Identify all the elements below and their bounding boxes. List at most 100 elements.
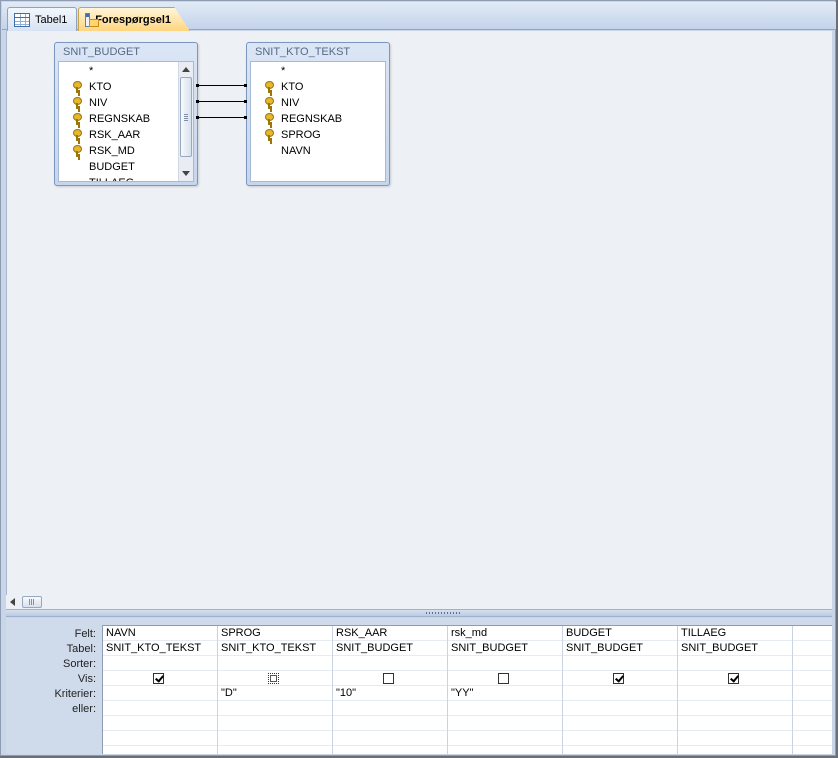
grid-cell-eller[interactable] xyxy=(678,701,792,716)
grid-cell-felt[interactable]: TILLAEG xyxy=(678,626,792,641)
grid-cell-tabel[interactable]: SNIT_KTO_TEKST xyxy=(218,641,332,656)
grid-cell-eller[interactable] xyxy=(218,701,332,716)
grid-cell-empty[interactable] xyxy=(103,731,217,746)
grid-cell-sorter[interactable] xyxy=(678,656,792,671)
grid-cell-sorter[interactable] xyxy=(333,656,447,671)
grid-cell-sorter[interactable] xyxy=(218,656,332,671)
field-list-item[interactable]: * xyxy=(251,63,342,79)
horizontal-scrollbar[interactable] xyxy=(6,595,832,609)
field-list-item[interactable]: REGNSKAB xyxy=(59,111,150,127)
pane-splitter[interactable] xyxy=(6,609,832,617)
show-checkbox[interactable] xyxy=(613,673,624,684)
primary-key-icon xyxy=(265,129,274,141)
field-list-item[interactable]: SPROG xyxy=(251,127,342,143)
grid-cell-vis[interactable] xyxy=(678,671,792,686)
field-list-title[interactable]: SNIT_BUDGET xyxy=(55,43,197,61)
grid-cell-eller[interactable] xyxy=(448,701,562,716)
scroll-left-arrow-icon[interactable] xyxy=(10,598,15,606)
grid-cell-empty[interactable] xyxy=(563,731,677,746)
grid-cell-vis[interactable] xyxy=(333,671,447,686)
table-design-area[interactable]: SNIT_BUDGET * KTO NIV REGNSKAB RSK_AAR RSK_MD… xyxy=(6,31,832,609)
grid-cell-tabel[interactable]: SNIT_BUDGET xyxy=(678,641,792,656)
grid-cell-felt[interactable]: SPROG xyxy=(218,626,332,641)
grid-cell-kriterier[interactable]: "YY" xyxy=(448,686,562,701)
grid-cell-kriterier[interactable]: "D" xyxy=(218,686,332,701)
grid-cell-felt[interactable]: rsk_md xyxy=(448,626,562,641)
show-checkbox[interactable] xyxy=(383,673,394,684)
grid-cell-empty[interactable] xyxy=(333,731,447,746)
field-list-item[interactable]: RSK_MD xyxy=(59,143,150,159)
query-design-grid[interactable]: NAVN SNIT_KTO_TEKST SPROG SNIT_KTO_TEKST "D"… xyxy=(102,625,832,754)
scroll-down-arrow-icon[interactable] xyxy=(182,171,190,176)
field-list-snit-kto-tekst[interactable]: SNIT_KTO_TEKST * KTO NIV REGNSKAB SPROG NAVN xyxy=(246,42,390,186)
join-line-regnskab[interactable] xyxy=(196,116,247,119)
grid-cell-kriterier[interactable] xyxy=(563,686,677,701)
show-checkbox[interactable] xyxy=(498,673,509,684)
grid-cell-empty[interactable] xyxy=(678,716,792,731)
grid-cell-felt[interactable]: NAVN xyxy=(103,626,217,641)
grid-cell-vis[interactable] xyxy=(793,671,832,686)
grid-cell-empty[interactable] xyxy=(103,716,217,731)
scroll-thumb[interactable] xyxy=(180,77,192,157)
field-list-item[interactable]: * xyxy=(59,63,150,79)
grid-cell-vis[interactable] xyxy=(448,671,562,686)
grid-cell-empty[interactable] xyxy=(678,731,792,746)
grid-cell-kriterier[interactable] xyxy=(103,686,217,701)
grid-cell-eller[interactable] xyxy=(103,701,217,716)
tab-forespoergsel1[interactable]: Forespørgsel1 xyxy=(78,7,190,31)
grid-cell-vis[interactable] xyxy=(563,671,677,686)
grid-cell-empty[interactable] xyxy=(793,731,832,746)
scroll-up-arrow-icon[interactable] xyxy=(182,67,190,72)
scroll-thumb[interactable] xyxy=(22,596,42,608)
grid-cell-sorter[interactable] xyxy=(563,656,677,671)
grid-cell-felt[interactable]: RSK_AAR xyxy=(333,626,447,641)
grid-cell-felt[interactable] xyxy=(793,626,832,641)
field-list-item[interactable]: REGNSKAB xyxy=(251,111,342,127)
grid-cell-sorter[interactable] xyxy=(793,656,832,671)
grid-cell-empty[interactable] xyxy=(793,716,832,731)
grid-cell-empty[interactable] xyxy=(448,716,562,731)
grid-cell-sorter[interactable] xyxy=(448,656,562,671)
grid-cell-empty[interactable] xyxy=(218,716,332,731)
grid-cell-eller[interactable] xyxy=(563,701,677,716)
grid-cell-sorter[interactable] xyxy=(103,656,217,671)
grid-cell-tabel[interactable] xyxy=(793,641,832,656)
grid-cell-eller[interactable] xyxy=(793,701,832,716)
grid-cell-eller[interactable] xyxy=(333,701,447,716)
vertical-scrollbar[interactable] xyxy=(178,62,193,181)
grid-cell-empty[interactable] xyxy=(333,716,447,731)
primary-key-icon xyxy=(73,145,82,157)
field-list-item[interactable]: NAVN xyxy=(251,143,342,159)
field-list-item[interactable]: RSK_AAR xyxy=(59,127,150,143)
grid-cell-tabel[interactable]: SNIT_BUDGET xyxy=(333,641,447,656)
grid-cell-empty[interactable] xyxy=(563,716,677,731)
field-list-item[interactable]: KTO xyxy=(59,79,150,95)
grid-cell-empty[interactable] xyxy=(218,731,332,746)
show-checkbox[interactable] xyxy=(728,673,739,684)
field-list-item[interactable]: NIV xyxy=(251,95,342,111)
grid-cell-kriterier[interactable] xyxy=(678,686,792,701)
grid-cell-kriterier[interactable]: "10" xyxy=(333,686,447,701)
grid-column: rsk_md SNIT_BUDGET "YY" xyxy=(448,626,563,754)
grid-cell-vis[interactable] xyxy=(103,671,217,686)
query-icon xyxy=(85,12,100,27)
field-list-item[interactable]: BUDGET xyxy=(59,159,150,175)
field-list-item[interactable]: KTO xyxy=(251,79,342,95)
join-line-kto[interactable] xyxy=(196,84,247,87)
grid-cell-kriterier[interactable] xyxy=(793,686,832,701)
field-list-item[interactable]: NIV xyxy=(59,95,150,111)
grid-cell-tabel[interactable]: SNIT_BUDGET xyxy=(563,641,677,656)
join-line-niv[interactable] xyxy=(196,100,247,103)
grid-cell-empty[interactable] xyxy=(448,731,562,746)
grid-cell-felt[interactable]: BUDGET xyxy=(563,626,677,641)
field-list-snit-budget[interactable]: SNIT_BUDGET * KTO NIV REGNSKAB RSK_AAR RSK_MD… xyxy=(54,42,198,186)
grid-cell-vis[interactable] xyxy=(218,671,332,686)
grid-cell-tabel[interactable]: SNIT_BUDGET xyxy=(448,641,562,656)
tab-tabel1[interactable]: Tabel1 xyxy=(7,7,77,31)
grid-cell-tabel[interactable]: SNIT_KTO_TEKST xyxy=(103,641,217,656)
field-list-item[interactable]: TILLAEG xyxy=(59,175,150,181)
field-list-title[interactable]: SNIT_KTO_TEKST xyxy=(247,43,389,61)
field-name: * xyxy=(89,65,94,77)
show-checkbox[interactable] xyxy=(153,673,164,684)
show-checkbox[interactable] xyxy=(268,673,279,684)
